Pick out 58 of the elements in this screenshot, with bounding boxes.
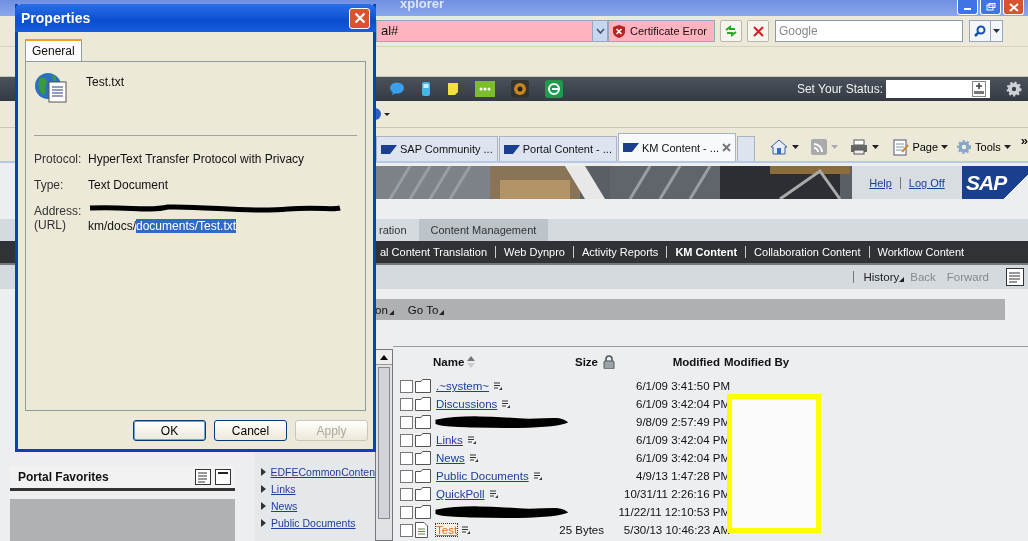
certificate-error-label: Certificate Error (630, 25, 708, 37)
tree-link[interactable]: News (271, 500, 298, 512)
property-label: Type: (34, 178, 65, 192)
dialog-button[interactable]: OK (133, 420, 206, 441)
address-field[interactable]: al# (376, 20, 592, 42)
nav-tab[interactable]: ration (379, 219, 419, 241)
sap-logo: SAP (962, 166, 1028, 199)
item-link[interactable]: Public Documents (436, 470, 529, 482)
status-label: Set Your Status: (796, 82, 883, 96)
page-menu[interactable]: Page (891, 138, 951, 156)
history-button[interactable]: History (853, 271, 905, 283)
item-link[interactable]: News (436, 452, 465, 464)
column-header[interactable]: Modified (615, 356, 720, 368)
date-cell-text: 6/1/09 3:41:50 PM (635, 380, 730, 392)
file-name: Test.txt (86, 75, 124, 89)
tree-link[interactable]: Links (271, 483, 296, 495)
tab-label: Portal Content - ... (522, 143, 612, 155)
panel-title: Portal Favorites (18, 470, 109, 484)
column-header[interactable]: Modified By (724, 356, 790, 368)
menu-label: Page (912, 141, 939, 153)
property-label: Protocol: (34, 152, 83, 166)
help-link[interactable]: Help (869, 176, 901, 189)
search-field[interactable]: Google (775, 20, 963, 42)
property-label: (URL) (34, 218, 67, 232)
property-value: HyperText Transfer Protocol with Privacy (88, 152, 306, 166)
log-off-link[interactable]: Log Off (908, 176, 945, 189)
nav-item[interactable]: Collaboration Content (745, 246, 869, 258)
tree-link[interactable]: EDFECommonConten (270, 466, 375, 478)
column-header[interactable]: Name (433, 356, 568, 368)
browser-tab[interactable]: Portal Content - ... (498, 136, 617, 161)
more-button[interactable]: » (1020, 133, 1028, 148)
nav-item[interactable]: Web Dynpro (495, 246, 573, 258)
tab-label: KM Content - ... (642, 141, 719, 154)
dialog-tab[interactable]: General (25, 39, 82, 61)
property-value: Text Document (88, 178, 170, 192)
dialog-button[interactable]: Cancel (214, 420, 287, 441)
item-link[interactable]: .~system~ (436, 380, 490, 392)
nav-item[interactable]: Workflow Content (868, 246, 973, 258)
tools-menu[interactable]: Tools (954, 139, 1013, 155)
browser-tab[interactable]: SAP Community ... (376, 136, 498, 161)
browser-tab[interactable]: KM Content - ... (618, 133, 736, 161)
tab-label: SAP Community ... (400, 143, 493, 155)
nav-item[interactable]: Activity Reports (572, 246, 667, 258)
size-cell-text: 25 Bytes (558, 524, 604, 536)
menu-label: Tools (975, 141, 1001, 153)
nav-item[interactable]: KM Content (666, 246, 746, 258)
item-link[interactable]: Discussions (436, 398, 498, 410)
property-label: Address: (34, 204, 83, 218)
item-link[interactable]: QuickPoll (436, 488, 485, 500)
dialog-title: Properties (21, 10, 91, 26)
menu-button[interactable]: on (375, 303, 394, 316)
nav-tab[interactable]: Content Management (418, 219, 549, 241)
menu-button[interactable]: Go To (407, 303, 445, 316)
item-link[interactable]: Links (436, 434, 463, 446)
column-header[interactable]: Size (575, 356, 600, 368)
certificate-error-button[interactable]: Certificate Error (608, 20, 715, 42)
nav-item[interactable]: al Content Translation (380, 246, 495, 258)
tree-link[interactable]: Public Documents (271, 517, 356, 529)
